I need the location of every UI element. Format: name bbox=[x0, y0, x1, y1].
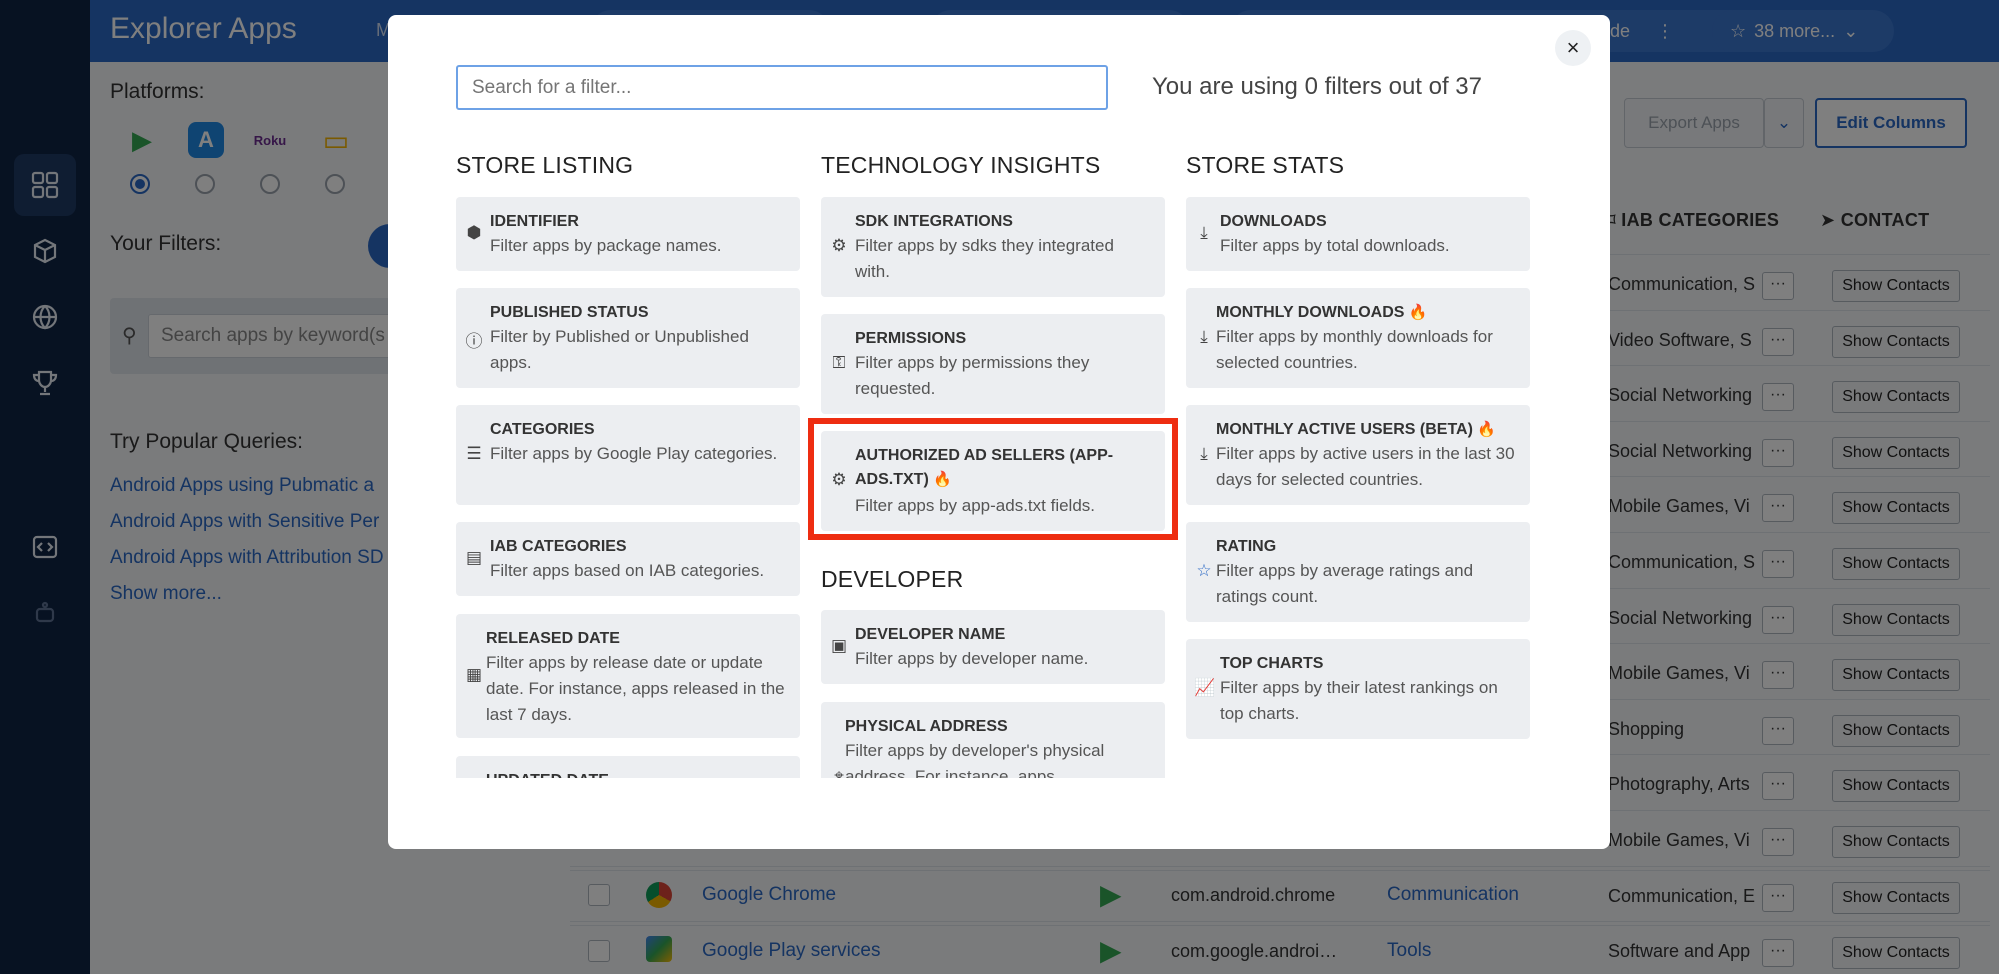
calendar-icon: ▦ bbox=[465, 665, 483, 684]
download-icon: ⤓ bbox=[1200, 327, 1208, 346]
close-icon[interactable]: × bbox=[1555, 30, 1591, 66]
key-icon: ⚿ bbox=[832, 353, 846, 372]
badge-icon: ▣ bbox=[830, 636, 848, 655]
gear-icon: ⚙ bbox=[831, 236, 847, 255]
info-icon: ⓘ bbox=[465, 332, 483, 351]
star-icon: ☆ bbox=[1196, 561, 1212, 580]
developer-heading: DEVELOPER bbox=[821, 566, 964, 592]
technology-insights-heading: TECHNOLOGY INSIGHTS bbox=[821, 152, 1101, 178]
flame-icon: 🔥 bbox=[1408, 304, 1428, 321]
filter-card-categories[interactable]: ☰ CATEGORIES Filter apps by Google Play … bbox=[456, 405, 800, 505]
flame-icon: 🔥 bbox=[1477, 421, 1497, 438]
filter-card-developer-name[interactable]: ▣ DEVELOPER NAME Filter apps by develope… bbox=[821, 610, 1165, 684]
filter-card-monthly-downloads[interactable]: ⤓ MONTHLY DOWNLOADS 🔥 Filter apps by mon… bbox=[1186, 288, 1530, 388]
store-stats-column: ⤓ DOWNLOADS Filter apps by total downloa… bbox=[1186, 190, 1530, 778]
store-listing-heading: STORE LISTING bbox=[456, 152, 634, 178]
filter-card-sdk-integrations[interactable]: ⚙ SDK INTEGRATIONS Filter apps by sdks t… bbox=[821, 197, 1165, 297]
filter-card-identifier[interactable]: ⬢ IDENTIFIER Filter apps by package name… bbox=[456, 197, 800, 271]
download-icon: ⤓ bbox=[1200, 223, 1208, 242]
filter-card-top-charts[interactable]: 📈 TOP CHARTS Filter apps by their latest… bbox=[1186, 639, 1530, 739]
filter-card-rating[interactable]: ☆ RATING Filter apps by average ratings … bbox=[1186, 522, 1530, 622]
highlight-box bbox=[808, 418, 1178, 540]
package-icon: ⬢ bbox=[466, 223, 482, 242]
list-icon: ☰ bbox=[466, 444, 482, 463]
filter-card-updated-date[interactable]: UPDATED DATE bbox=[456, 756, 800, 778]
filter-card-permissions[interactable]: ⚿ PERMISSIONS Filter apps by permissions… bbox=[821, 314, 1165, 414]
filter-count-text: You are using 0 filters out of 37 bbox=[1152, 73, 1482, 100]
store-stats-heading: STORE STATS bbox=[1186, 152, 1345, 178]
store-listing-column: ⬢ IDENTIFIER Filter apps by package name… bbox=[456, 190, 800, 778]
filter-card-downloads[interactable]: ⤓ DOWNLOADS Filter apps by total downloa… bbox=[1186, 197, 1530, 271]
trend-chart-icon: 📈 bbox=[1194, 678, 1216, 697]
filter-card-physical-address[interactable]: ⌖ PHYSICAL ADDRESS Filter apps by develo… bbox=[821, 702, 1165, 778]
filter-card-published-status[interactable]: ⓘ PUBLISHED STATUS Filter by Published o… bbox=[456, 288, 800, 388]
download-icon: ⤓ bbox=[1200, 444, 1208, 463]
browser-icon: ▤ bbox=[465, 548, 483, 567]
filter-card-iab-categories[interactable]: ▤ IAB CATEGORIES Filter apps based on IA… bbox=[456, 522, 800, 596]
filter-card-monthly-active-users[interactable]: ⤓ MONTHLY ACTIVE USERS (BETA) 🔥 Filter a… bbox=[1186, 405, 1530, 505]
filter-search-input[interactable] bbox=[456, 65, 1108, 110]
filter-card-released-date[interactable]: ▦ RELEASED DATE Filter apps by release d… bbox=[456, 614, 800, 738]
